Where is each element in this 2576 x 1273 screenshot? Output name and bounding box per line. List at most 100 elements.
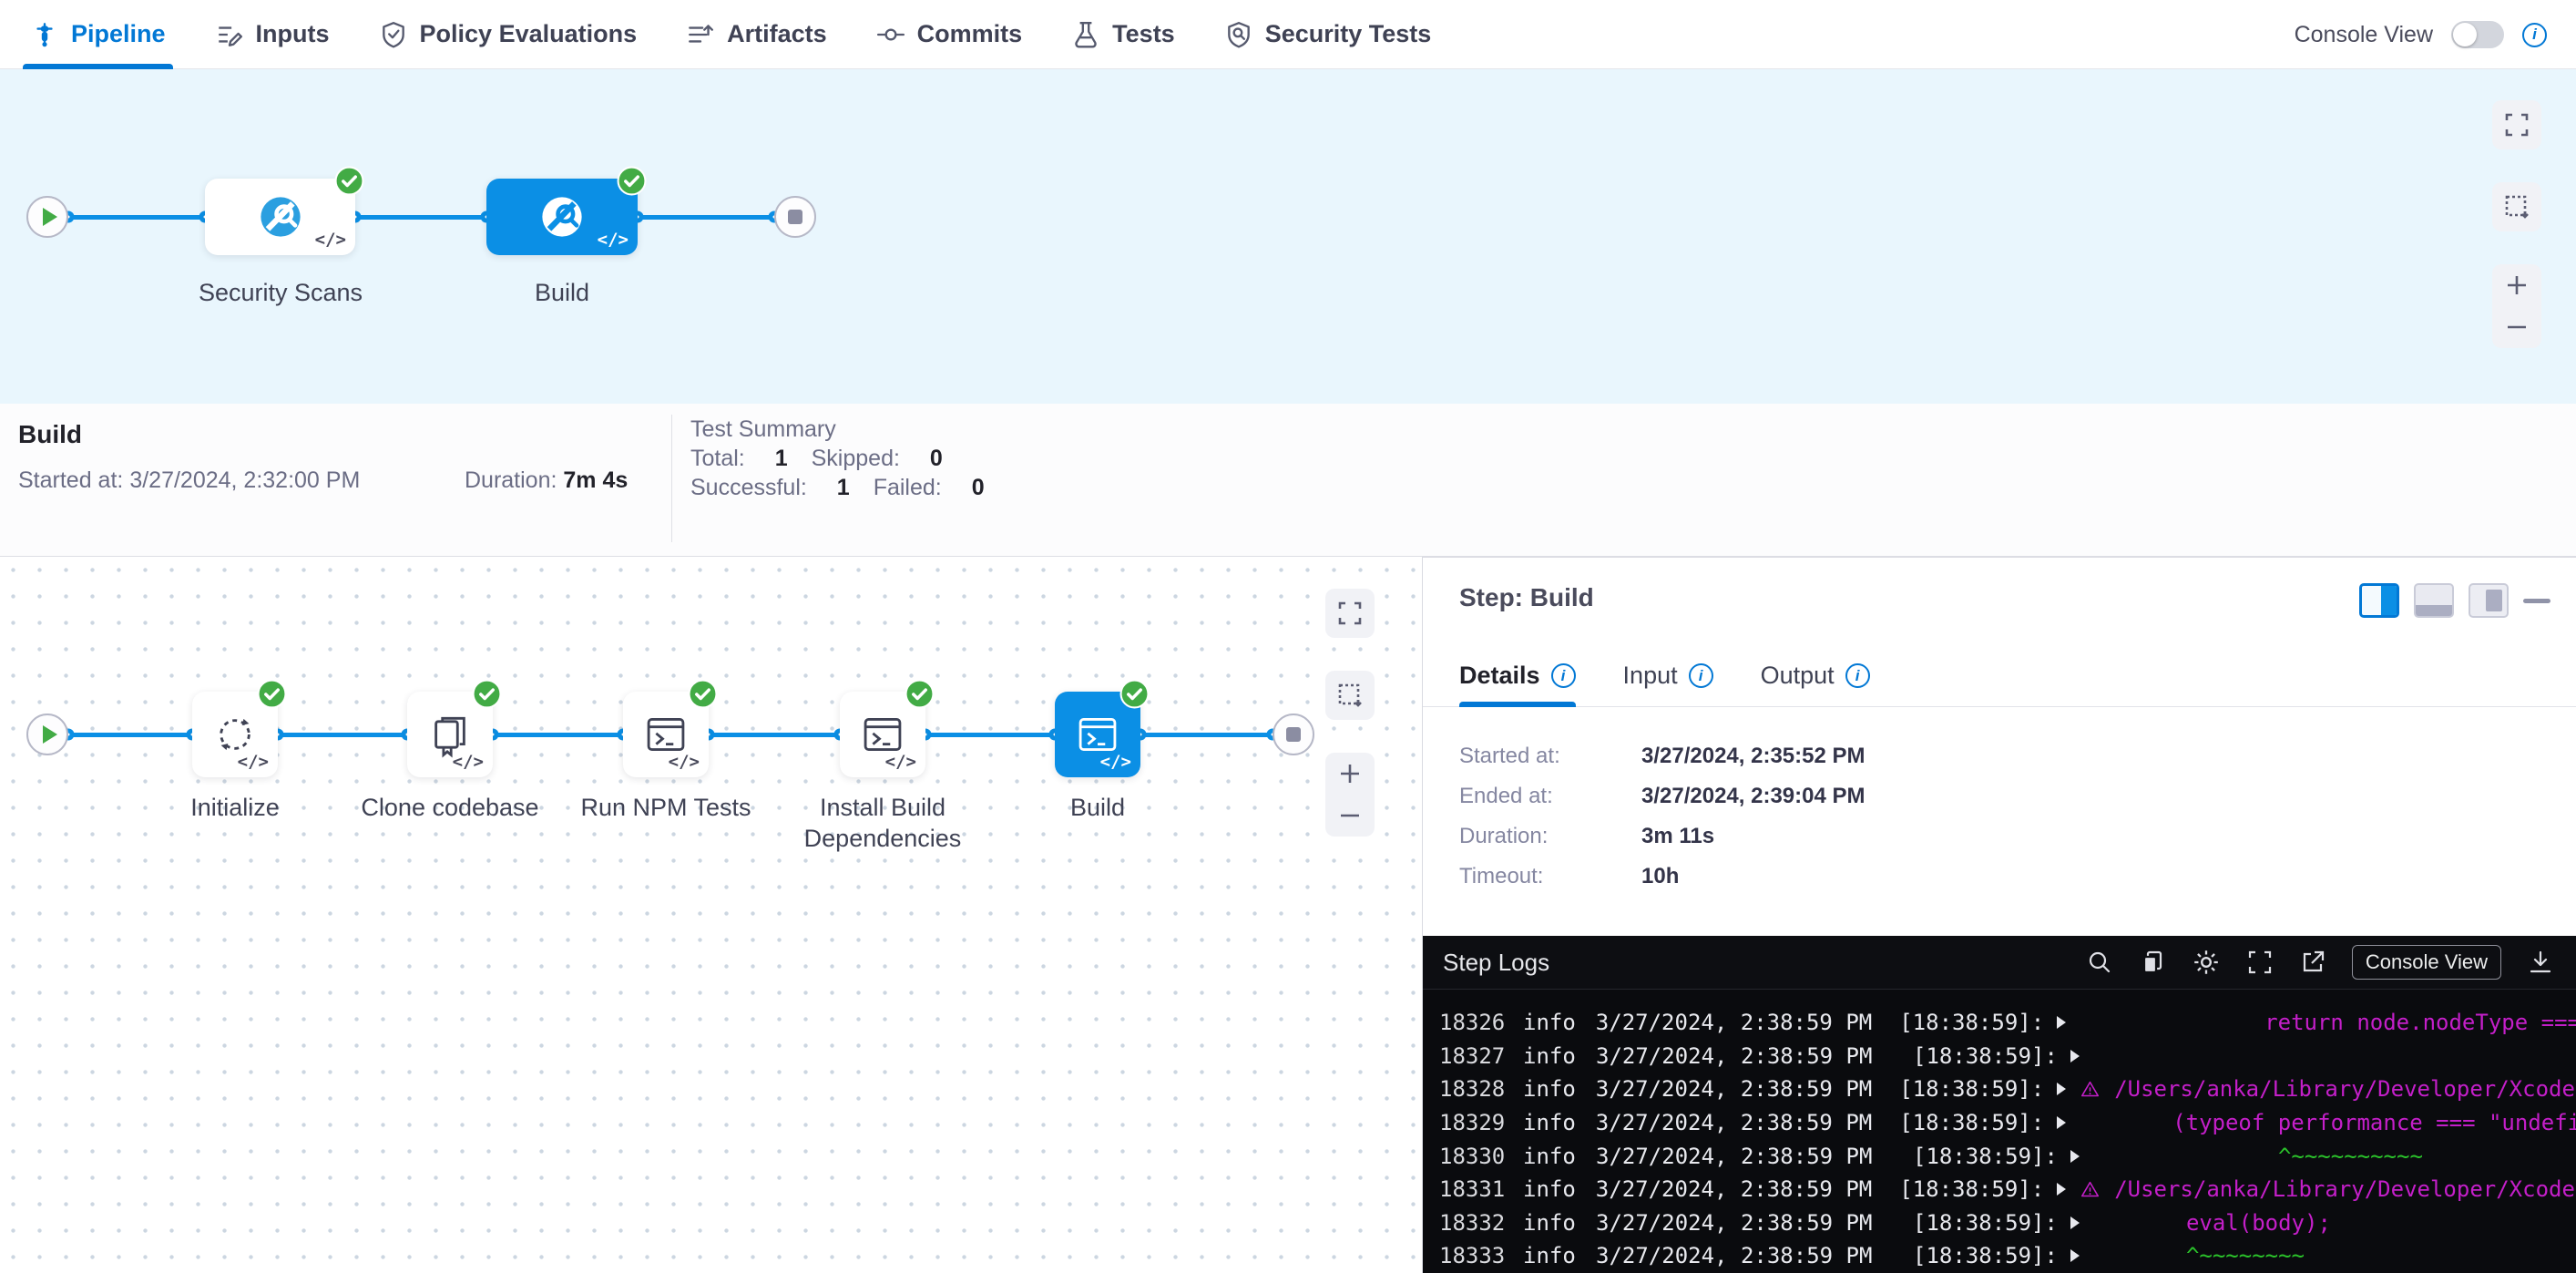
expand-caret-icon[interactable] <box>2070 1249 2080 1262</box>
stage-node-security-scans[interactable]: </> <box>205 179 355 255</box>
expand-caret-icon[interactable] <box>2057 1116 2066 1129</box>
log-prefix: [18:38:59]: <box>1899 1076 2044 1102</box>
minimize-icon[interactable] <box>2523 599 2550 603</box>
warning-icon <box>2080 1080 2100 1099</box>
expand-caret-icon[interactable] <box>2057 1016 2066 1029</box>
warning-icon <box>2080 1180 2100 1199</box>
fullscreen-button[interactable] <box>1325 589 1375 638</box>
pipeline-end-node <box>774 196 816 238</box>
tab-security-tests[interactable]: Security Tests <box>1224 0 1432 69</box>
copy-icon[interactable] <box>2139 949 2166 976</box>
tab-pipeline[interactable]: Pipeline <box>30 0 166 69</box>
search-icon[interactable] <box>2086 949 2113 976</box>
tab-input[interactable]: Input i <box>1623 645 1713 707</box>
step-label[interactable]: Clone codebase <box>350 792 550 823</box>
stage-graph-canvas[interactable]: </> </> Security Scans Build <box>0 69 2576 404</box>
log-row[interactable]: 18333info3/27/2024, 2:38:59 PM[18:38:59]… <box>1423 1239 2576 1273</box>
console-view-toggle[interactable] <box>2451 21 2504 48</box>
log-row[interactable]: 18328info3/27/2024, 2:38:59 PM[18:38:59]… <box>1423 1073 2576 1106</box>
code-icon: </> <box>1100 752 1131 772</box>
log-row[interactable]: 18330info3/27/2024, 2:38:59 PM[18:38:59]… <box>1423 1139 2576 1173</box>
settings-gear-icon[interactable] <box>2192 948 2221 977</box>
step-logs-title: Step Logs <box>1443 949 1549 977</box>
step-node-clone-codebase[interactable]: </> <box>407 692 493 777</box>
log-row[interactable]: 18326info3/27/2024, 2:38:59 PM[18:38:59]… <box>1423 1006 2576 1040</box>
download-icon[interactable] <box>2527 949 2554 976</box>
log-timestamp: 3/27/2024, 2:38:59 PM <box>1596 1043 1886 1069</box>
log-row[interactable]: 18331info3/27/2024, 2:38:59 PM[18:38:59]… <box>1423 1173 2576 1206</box>
code-icon: </> <box>315 230 346 250</box>
log-row[interactable]: 18332info3/27/2024, 2:38:59 PM[18:38:59]… <box>1423 1206 2576 1240</box>
marquee-select-button[interactable] <box>1325 671 1375 720</box>
split-view-icon[interactable] <box>2359 583 2399 618</box>
log-row[interactable]: 18329info3/27/2024, 2:38:59 PM[18:38:59]… <box>1423 1106 2576 1140</box>
detail-label: Duration: <box>1459 824 1641 849</box>
stage-node-build[interactable]: </> <box>486 179 638 255</box>
zoom-in-button[interactable] <box>1325 754 1375 794</box>
zoom-out-button[interactable] <box>2492 307 2541 347</box>
stage-label[interactable]: Security Scans <box>180 277 381 308</box>
inputs-icon <box>215 20 244 49</box>
detail-row: Started at: 3/27/2024, 2:35:52 PM <box>1459 736 1866 776</box>
divider <box>671 415 672 542</box>
log-level: info <box>1523 1144 1576 1169</box>
log-line-number: 18332 <box>1439 1210 1505 1236</box>
log-prefix: [18:38:59]: <box>1913 1210 2058 1236</box>
zoom-out-button[interactable] <box>1325 796 1375 836</box>
build-title: Build <box>18 420 82 449</box>
step-node-build[interactable]: </> <box>1055 692 1140 777</box>
external-link-icon[interactable] <box>2299 949 2326 976</box>
tab-artifacts[interactable]: Artifacts <box>686 0 827 69</box>
tab-output[interactable]: Output i <box>1761 645 1870 707</box>
marquee-select-button[interactable] <box>2492 182 2541 231</box>
expand-caret-icon[interactable] <box>2070 1217 2080 1229</box>
detail-value: 3m 11s <box>1641 824 1714 849</box>
tab-policy-evaluations[interactable]: Policy Evaluations <box>379 0 638 69</box>
play-icon <box>43 208 57 226</box>
info-icon[interactable]: i <box>2522 23 2547 47</box>
tab-inputs[interactable]: Inputs <box>215 0 330 69</box>
expand-caret-icon[interactable] <box>2070 1150 2080 1163</box>
detail-value: 3/27/2024, 2:39:04 PM <box>1641 784 1866 809</box>
log-message: return node.nodeType === <box>2264 1010 2576 1035</box>
tab-commits[interactable]: Commits <box>876 0 1023 69</box>
fullscreen-button[interactable] <box>2492 100 2541 149</box>
info-icon[interactable]: i <box>1689 663 1713 688</box>
step-node-install-build-dependencies[interactable]: </> <box>840 692 925 777</box>
step-label[interactable]: Initialize <box>135 792 335 823</box>
security-tests-icon <box>1224 20 1253 49</box>
step-node-initialize[interactable]: </> <box>192 692 278 777</box>
top-nav: Pipeline Inputs Policy Evaluations Artif… <box>0 0 2576 69</box>
duration-text: Duration: 7m 4s <box>465 467 628 494</box>
step-label[interactable]: Build <box>997 792 1198 823</box>
zoom-out-icon <box>1338 804 1362 827</box>
floating-view-icon[interactable] <box>2469 583 2509 618</box>
stage-label[interactable]: Build <box>462 277 662 308</box>
pipeline-execution-page: Pipeline Inputs Policy Evaluations Artif… <box>0 0 2576 1273</box>
tab-tests[interactable]: Tests <box>1071 0 1175 69</box>
log-row[interactable]: 18327info3/27/2024, 2:38:59 PM[18:38:59]… <box>1423 1040 2576 1073</box>
bottom-view-icon[interactable] <box>2414 583 2454 618</box>
log-level: info <box>1523 1010 1576 1035</box>
step-label[interactable]: Run NPM Tests <box>566 792 766 823</box>
info-icon[interactable]: i <box>1845 663 1870 688</box>
zoom-in-button[interactable] <box>2492 265 2541 305</box>
expand-caret-icon[interactable] <box>2070 1050 2080 1063</box>
expand-fullscreen-icon[interactable] <box>2246 949 2274 976</box>
step-logs-console[interactable]: 18326info3/27/2024, 2:38:59 PM[18:38:59]… <box>1423 990 2576 1273</box>
success-badge <box>905 679 935 709</box>
tab-details[interactable]: Details i <box>1459 645 1576 707</box>
log-level: info <box>1523 1210 1576 1236</box>
step-graph-canvas[interactable]: </> </> </> <box>0 557 1422 1273</box>
log-prefix: [18:38:59]: <box>1899 1110 2044 1135</box>
step-label[interactable]: Install Build Dependencies <box>782 792 983 854</box>
build-stage-icon <box>537 191 588 242</box>
success-badge <box>688 679 718 709</box>
step-node-run-npm-tests[interactable]: </> <box>623 692 709 777</box>
expand-caret-icon[interactable] <box>2057 1183 2066 1196</box>
console-view-button[interactable]: Console View <box>2352 945 2501 980</box>
info-icon[interactable]: i <box>1551 663 1576 688</box>
zoom-out-icon <box>2505 315 2529 339</box>
log-timestamp: 3/27/2024, 2:38:59 PM <box>1596 1010 1872 1035</box>
expand-caret-icon[interactable] <box>2057 1083 2066 1095</box>
